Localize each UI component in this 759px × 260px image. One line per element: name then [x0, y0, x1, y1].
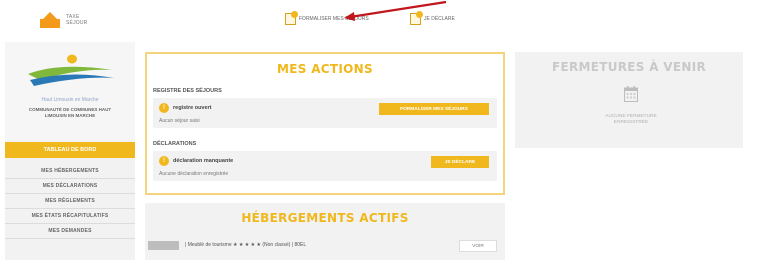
logo-line2: SÉJOUR: [66, 20, 88, 26]
house-icon: [40, 12, 60, 28]
sidebar-item-etats-recapitulatifs[interactable]: Mes états récapitulatifs: [5, 209, 135, 224]
mes-actions-title: MES ACTIONS: [277, 62, 373, 76]
registre-section-title: REGISTRE DES SÉJOURS: [153, 88, 222, 94]
declaration-status: déclaration manquante: [173, 158, 234, 164]
alert-badge-icon: !: [159, 156, 169, 166]
voir-button[interactable]: Voir: [459, 240, 497, 252]
sidebar: Haut Limousin en Marche Communauté de Co…: [5, 42, 135, 260]
declarations-section-title: DÉCLARATIONS: [153, 141, 197, 147]
hebergements-actifs-title: HÉBERGEMENTS ACTIFS: [241, 211, 409, 225]
fermetures-empty-message: Aucune fermeture enregistrée: [593, 114, 669, 126]
sidebar-item-tableau-de-bord[interactable]: Tableau de bord: [5, 142, 135, 158]
hebergement-row: | Meublé de tourisme ★ ★ ★ ★ ★ (Non clas…: [145, 237, 505, 257]
redacted-name: [148, 241, 179, 250]
top-bar: TAXE SÉJOUR Formaliser mes séjours Je dé…: [0, 0, 759, 40]
declaration-substatus: Aucune déclaration enregistrée: [159, 171, 229, 177]
registre-section: REGISTRE DES SÉJOURS ! registre ouvert A…: [153, 88, 497, 128]
registre-substatus: Aucun séjour saisi: [159, 118, 200, 124]
sidebar-item-reglements[interactable]: Mes règlements: [5, 194, 135, 209]
hebergement-description: | Meublé de tourisme ★ ★ ★ ★ ★ (Non clas…: [185, 242, 307, 248]
brand-tagline: Haut Limousin en Marche: [41, 97, 99, 103]
je-declare-button[interactable]: Je déclare: [431, 156, 489, 168]
alert-badge-icon: !: [159, 103, 169, 113]
formaliser-sejours-button[interactable]: Formaliser mes séjours: [379, 103, 489, 115]
fermetures-title: FERMETURES À VENIR: [551, 60, 707, 74]
brand-subtitle: Communauté de Communes Haut Limousin en …: [5, 107, 135, 118]
registre-status: registre ouvert: [173, 105, 212, 111]
registre-row: ! registre ouvert Aucun séjour saisi For…: [153, 98, 497, 128]
declarations-row: ! déclaration manquante Aucune déclarati…: [153, 151, 497, 181]
collectivity-brand: Haut Limousin en Marche Communauté de Co…: [5, 42, 135, 140]
hebergements-actifs-panel: HÉBERGEMENTS ACTIFS | Meublé de tourisme…: [145, 203, 505, 260]
fermetures-a-venir-panel: FERMETURES À VENIR Aucune fermeture enre…: [515, 52, 743, 148]
fermetures-empty-line2: enregistrée: [613, 120, 649, 125]
taxe-sejour-logo[interactable]: TAXE SÉJOUR: [40, 12, 87, 28]
logo-text: TAXE SÉJOUR: [66, 14, 87, 26]
sidebar-item-hebergements[interactable]: Mes hébergements: [5, 164, 135, 179]
mes-actions-panel: MES ACTIONS REGISTRE DES SÉJOURS ! regis…: [145, 52, 505, 195]
sidebar-item-declarations[interactable]: Mes déclarations: [5, 179, 135, 194]
haut-limousin-logo-icon: [28, 54, 114, 86]
document-alert-icon: [285, 11, 298, 25]
red-pointer-arrow-icon: [344, 0, 447, 21]
declarations-section: DÉCLARATIONS ! déclaration manquante Auc…: [153, 141, 497, 181]
brand-sub2: Limousin en Marche: [44, 112, 96, 118]
sidebar-item-demandes[interactable]: Mes demandes: [5, 224, 135, 239]
calendar-icon: [624, 86, 638, 102]
